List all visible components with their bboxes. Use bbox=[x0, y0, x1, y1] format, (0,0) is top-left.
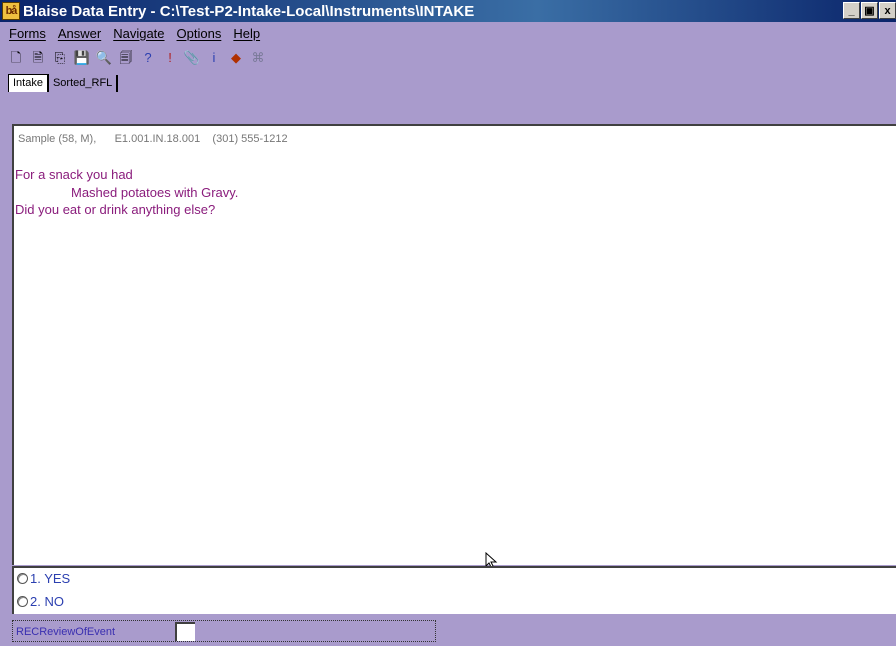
window-title: Blaise Data Entry - C:\Test-P2-Intake-Lo… bbox=[23, 2, 475, 20]
question-text-line-1: For a snack you had bbox=[15, 167, 133, 182]
app-logo-icon: bå bbox=[2, 2, 20, 20]
restore-button[interactable]: ▣ bbox=[861, 2, 878, 19]
answer-option-no[interactable]: 2. NO bbox=[17, 594, 64, 609]
remark-clip-icon[interactable]: 📎 bbox=[182, 47, 202, 67]
field-name-label: RECReviewOfEvent bbox=[16, 626, 116, 638]
radio-button-icon[interactable] bbox=[17, 596, 28, 607]
title-bar[interactable]: bå Blaise Data Entry - C:\Test-P2-Intake… bbox=[0, 0, 896, 22]
toolbar: 🗋 🗎 ⎘ 💾 🔍 🗐 ? ! 📎 i ◆ ⌘ bbox=[0, 44, 896, 70]
tag-icon[interactable]: ◆ bbox=[226, 47, 246, 67]
minimize-button[interactable]: _ bbox=[843, 2, 860, 19]
new-form-icon[interactable]: 🗋 bbox=[6, 47, 26, 67]
open-form-icon[interactable]: 🗎 bbox=[28, 47, 48, 67]
radio-button-icon[interactable] bbox=[17, 573, 28, 584]
menu-answer[interactable]: Answer bbox=[52, 26, 107, 41]
menu-options[interactable]: Options bbox=[171, 26, 228, 41]
info-icon[interactable]: i bbox=[204, 47, 224, 67]
tab-sorted-rfl[interactable]: Sorted_RFL bbox=[49, 75, 119, 92]
answer-label: 2. NO bbox=[30, 594, 64, 609]
case-info-line: Sample (58, M), E1.001.IN.18.001 (301) 5… bbox=[18, 133, 288, 145]
menu-forms[interactable]: Forms bbox=[3, 26, 52, 41]
answer-label: 1. YES bbox=[30, 571, 71, 586]
answer-option-yes[interactable]: 1. YES bbox=[17, 571, 70, 586]
field-status-bar: RECReviewOfEvent bbox=[12, 620, 436, 642]
menu-bar: Forms Answer Navigate Options Help bbox=[0, 22, 896, 44]
tab-intake[interactable]: Intake bbox=[8, 74, 49, 92]
answer-list: 1. YES 2. NO bbox=[12, 566, 896, 614]
tab-strip: Intake Sorted_RFL bbox=[0, 70, 896, 92]
question-text-line-3: Did you eat or drink anything else? bbox=[15, 202, 216, 217]
answer-input-field[interactable] bbox=[175, 622, 195, 641]
copy-form-icon[interactable]: ⎘ bbox=[50, 47, 70, 67]
find-icon[interactable]: 🔍 bbox=[94, 47, 114, 67]
error-exclamation-icon[interactable]: ! bbox=[160, 47, 180, 67]
question-help-icon[interactable]: ? bbox=[138, 47, 158, 67]
menu-help[interactable]: Help bbox=[227, 26, 266, 41]
menu-navigate[interactable]: Navigate bbox=[107, 26, 170, 41]
question-panel: Sample (58, M), E1.001.IN.18.001 (301) 5… bbox=[12, 124, 896, 570]
question-text-line-2: Mashed potatoes with Gravy. bbox=[71, 185, 239, 200]
watch-icon[interactable]: ⌘ bbox=[248, 47, 268, 67]
print-preview-icon[interactable]: 🗐 bbox=[116, 47, 136, 67]
save-icon[interactable]: 💾 bbox=[72, 47, 92, 67]
close-button[interactable]: x bbox=[879, 2, 896, 19]
